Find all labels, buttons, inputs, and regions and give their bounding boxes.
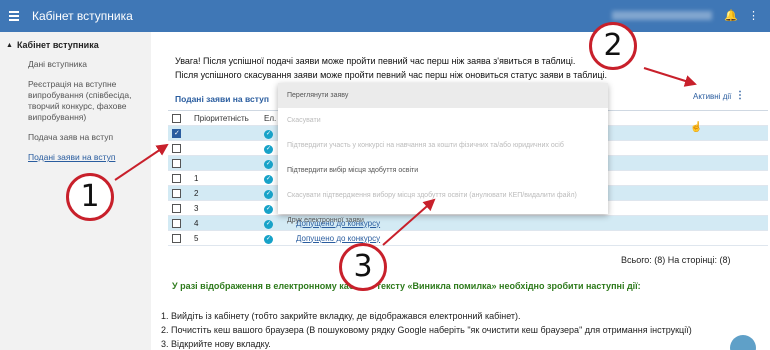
- callout-3: 3: [339, 243, 387, 291]
- row-select-cell[interactable]: [168, 215, 190, 231]
- chevron-up-icon: ▲: [6, 41, 13, 49]
- notice-line-2: Після успішного скасування заяви може пр…: [175, 70, 607, 80]
- row-select-cell[interactable]: [168, 155, 190, 171]
- bell-icon[interactable]: 🔔: [724, 9, 738, 22]
- app-title: Кабінет вступника: [32, 9, 133, 23]
- row-checkbox[interactable]: [172, 128, 181, 138]
- top-app-bar: Кабінет вступника 🔔 ⋮: [0, 0, 770, 32]
- sidebar-item-submit-application[interactable]: Подача заяв на вступ: [28, 132, 146, 143]
- menu-icon[interactable]: [9, 11, 23, 21]
- menu-item-print-application[interactable]: Друк електронної заяви: [278, 208, 608, 233]
- priority-cell: 4: [190, 215, 260, 231]
- check-circle-icon: ✓: [264, 234, 273, 244]
- user-name-blurred: [612, 11, 712, 20]
- priority-cell: [190, 125, 260, 141]
- callout-2: 2: [589, 22, 637, 70]
- menu-item-confirm-study-place[interactable]: Підтвердити вибір місця здобуття освіти: [278, 158, 608, 183]
- total-count: Всього: (8) На сторінці: (8): [621, 255, 731, 265]
- sidebar-item-applicant-data[interactable]: Дані вступника: [28, 59, 146, 70]
- more-vertical-icon[interactable]: ⋮: [735, 90, 745, 101]
- priority-cell: 3: [190, 200, 260, 216]
- row-select-cell[interactable]: [168, 230, 190, 246]
- check-circle-icon: ✓: [264, 189, 273, 199]
- row-select-cell[interactable]: [168, 185, 190, 201]
- row-select-cell[interactable]: [168, 125, 190, 141]
- sidebar-item-exam-registration[interactable]: Реєстрація на вступне випробування (спів…: [28, 79, 146, 123]
- menu-item-cancel-study-place-confirmation[interactable]: Скасувати підтвердження вибору місця здо…: [278, 183, 608, 208]
- sidebar-item-submitted-applications[interactable]: Подані заяви на вступ: [28, 152, 146, 163]
- row-checkbox[interactable]: [172, 143, 181, 153]
- sidebar-section-label: Кабінет вступника: [16, 40, 99, 50]
- check-circle-icon: ✓: [264, 174, 273, 184]
- active-actions-button[interactable]: Активні дії: [693, 92, 731, 101]
- row-select-cell[interactable]: [168, 140, 190, 156]
- error-warning-text: У разі відображення в електронному кабін…: [172, 281, 641, 291]
- priority-cell: 1: [190, 170, 260, 186]
- actions-dropdown-menu: Переглянути заяву Скасувати Підтвердити …: [278, 83, 608, 224]
- check-circle-icon: ✓: [264, 204, 273, 214]
- hand-cursor-icon: ☝: [690, 122, 703, 133]
- instruction-step: 1. Вийдіть із кабінету (тобто закрийте в…: [161, 311, 521, 321]
- section-title: Подані заяви на вступ: [175, 94, 269, 104]
- sidebar-section-header[interactable]: ▲ Кабінет вступника: [6, 40, 150, 50]
- row-select-cell[interactable]: [168, 200, 190, 216]
- priority-cell: [190, 155, 260, 171]
- priority-cell: [190, 140, 260, 156]
- notice-text: Увага! Після успішної подачі заяви може …: [175, 54, 607, 82]
- callout-1: 1: [66, 173, 114, 221]
- instruction-steps: 1. Вийдіть із кабінету (тобто закрийте в…: [161, 309, 692, 350]
- row-checkbox[interactable]: [172, 188, 181, 198]
- more-vertical-icon[interactable]: ⋮: [748, 9, 759, 22]
- menu-item-view-application[interactable]: Переглянути заяву: [278, 83, 608, 108]
- check-circle-icon: ✓: [264, 219, 273, 229]
- row-checkbox[interactable]: [172, 173, 181, 183]
- row-checkbox[interactable]: [172, 158, 181, 168]
- select-all-checkbox[interactable]: [172, 113, 181, 123]
- priority-cell: 5: [190, 230, 260, 246]
- menu-item-cancel[interactable]: Скасувати: [278, 108, 608, 133]
- row-checkbox[interactable]: [172, 203, 181, 213]
- instruction-step: 2. Почистіть кеш вашого браузера (В пошу…: [161, 325, 692, 335]
- status-link[interactable]: Допущено до конкурсу: [296, 234, 380, 243]
- notice-line-1: Увага! Після успішної подачі заяви може …: [175, 56, 576, 66]
- column-header-priority[interactable]: Пріоритетність: [190, 110, 260, 126]
- select-all-header[interactable]: [168, 110, 190, 126]
- row-checkbox[interactable]: [172, 218, 181, 228]
- check-circle-icon: ✓: [264, 159, 273, 169]
- instruction-step: 3. Відкрийте нову вкладку.: [161, 339, 271, 349]
- check-circle-icon: ✓: [264, 144, 273, 154]
- row-select-cell[interactable]: [168, 170, 190, 186]
- priority-cell: 2: [190, 185, 260, 201]
- check-circle-icon: ✓: [264, 129, 273, 139]
- row-checkbox[interactable]: [172, 233, 181, 243]
- menu-item-confirm-contract-participation[interactable]: Підтвердити участь у конкурсі на навчанн…: [278, 133, 608, 158]
